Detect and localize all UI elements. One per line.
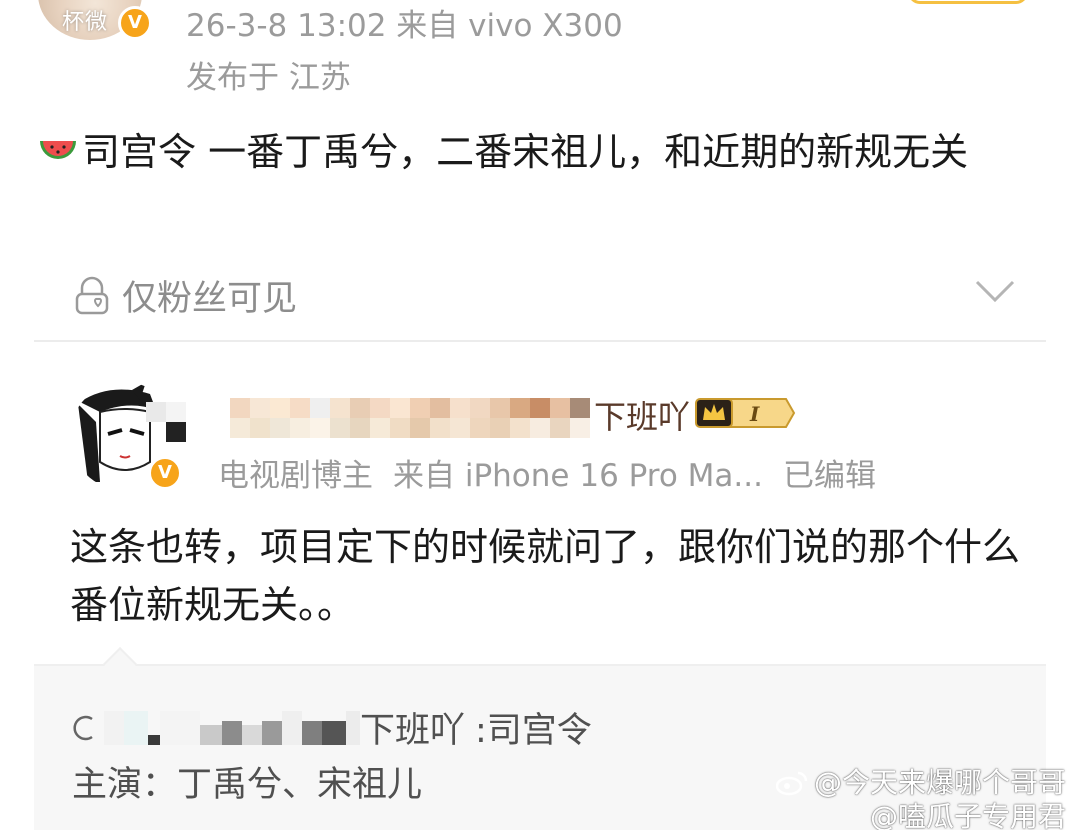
repost-username[interactable]: 下班吖 [594,392,690,438]
repost-meta: 电视剧博主 来自 iPhone 16 Pro Ma... 已编辑 [218,450,876,495]
at-icon [73,715,93,740]
post-content-text: 司宫令 一番丁禹兮，二番宋祖儿，和近期的新规无关 [82,130,969,174]
post-location: 发布于 江苏 [186,60,351,96]
member-crown-badge-icon: I [695,398,796,428]
post-time-source: 26-3-8 13:02 来自 vivo X300 [186,8,623,44]
quoted-text-line2: 主演：丁禹兮、宋祖儿 [72,765,423,805]
verified-badge-icon: V [118,6,152,40]
post-content: 司宫令 一番丁禹兮，二番宋祖儿，和近期的新规无关 [38,122,1038,182]
quoted-author-line: 下班吖 :司宫令 [72,702,592,753]
chevron-down-icon[interactable] [974,278,1016,304]
watermark-line1: @今天来爆哪个哥哥 [813,766,1066,799]
repost-role: 电视剧博主 [218,458,373,494]
svg-text:I: I [749,402,760,426]
repost-content: 这条也转，项目定下的时候就问了，跟你们说的那个什么番位新规无关。。 [70,525,1021,627]
avatar-mosaic [146,402,186,422]
lock-heart-icon [75,276,109,314]
repost-edited-label[interactable]: 已编辑 [783,458,876,494]
username-mosaic [230,418,590,438]
username-mosaic [230,398,590,418]
quoted-text-line1: :司宫令 [475,711,592,751]
avatar-name-text: 杯微 [62,10,109,35]
quoted-author-name[interactable]: 下班吖 [360,702,465,753]
weibo-post-page: 杯微 V 26-3-8 13:02 来自 vivo X300 发布于 江苏 司宫… [0,0,1080,830]
quoted-author-mosaic [104,710,360,745]
avatar-mosaic [166,422,186,442]
visibility-row: 仅粉丝可见 [72,270,297,321]
weibo-logo-icon [775,771,808,796]
watermark: @今天来爆哪个哥哥 @嗑瓜子专用君 [775,766,1066,830]
visibility-label: 仅粉丝可见 [122,279,298,319]
watermark-line2: @嗑瓜子专用君 [869,800,1066,830]
follow-button[interactable] [908,0,1028,4]
repost-device: 来自 iPhone 16 Pro Ma... [393,458,763,494]
verified-badge-icon: V [148,456,182,490]
watermelon-icon [40,141,76,159]
divider [34,340,1046,342]
